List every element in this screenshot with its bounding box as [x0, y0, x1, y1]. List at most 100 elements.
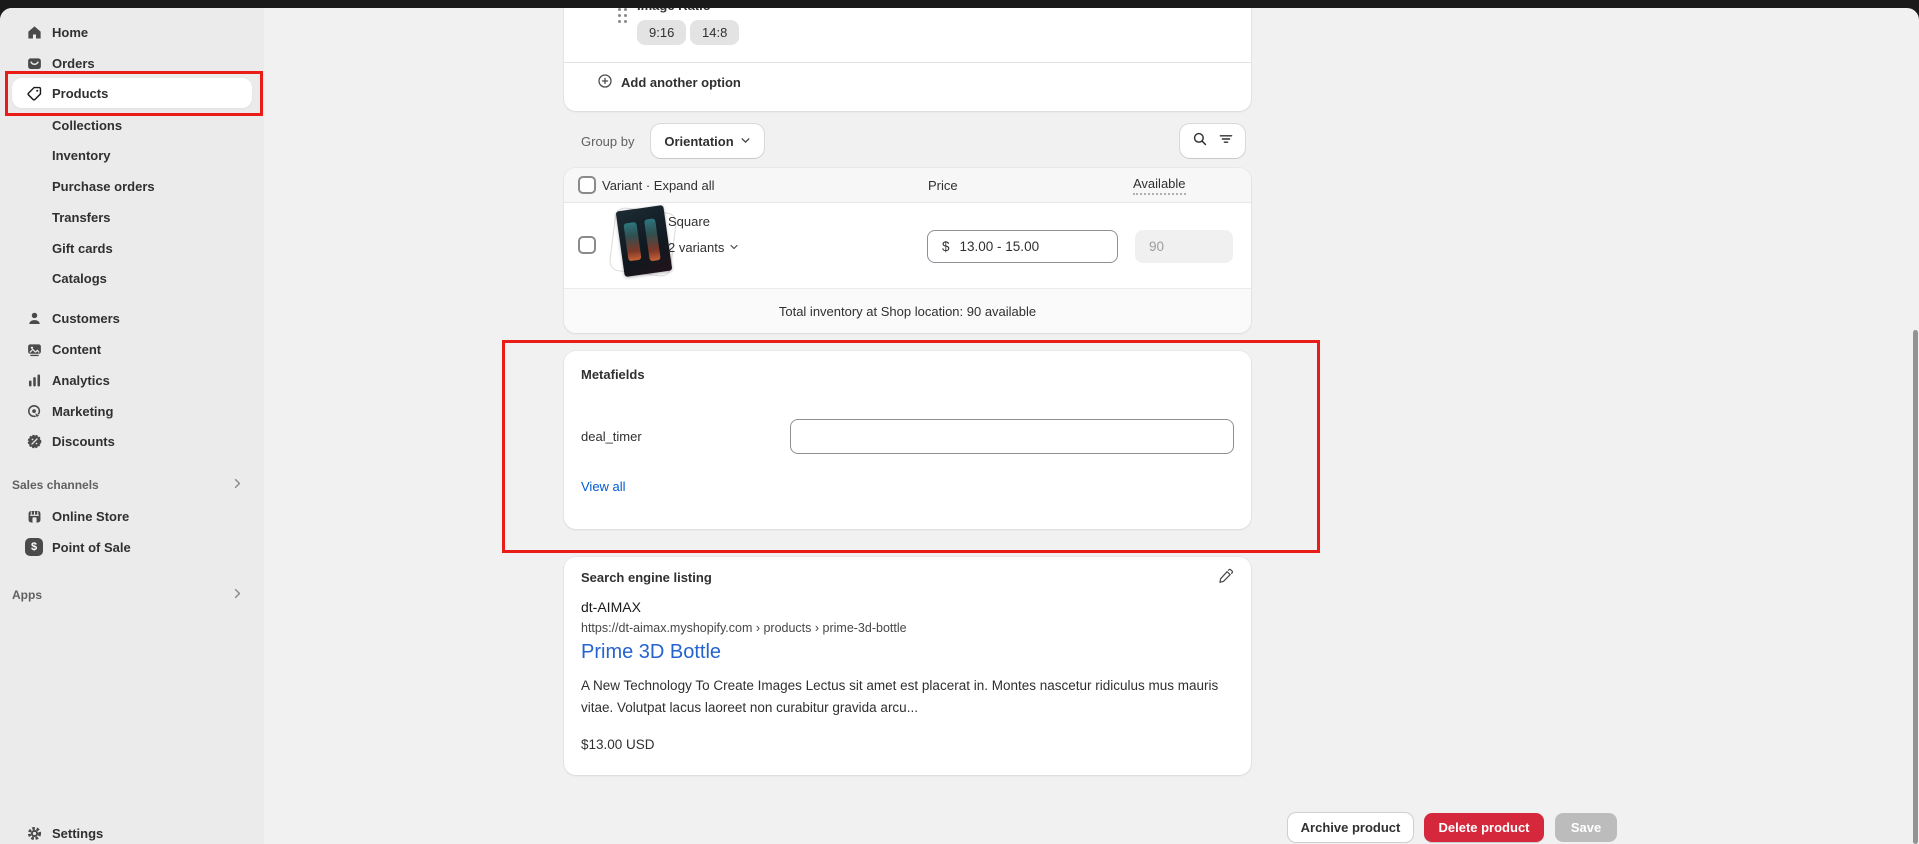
chevron-right-icon [231, 587, 244, 603]
available-quantity-value: 90 [1149, 239, 1164, 254]
sidebar-item-gift-cards[interactable]: Gift cards [12, 233, 252, 263]
seo-card: Search engine listing dt-AIMAX https://d… [564, 557, 1251, 775]
pos-icon: $ [24, 537, 44, 557]
archive-product-button[interactable]: Archive product [1288, 813, 1413, 842]
edit-seo-button[interactable] [1213, 567, 1237, 591]
sidebar-item-inventory[interactable]: Inventory [12, 140, 252, 170]
sidebar-item-orders[interactable]: Orders [12, 48, 252, 78]
seo-site-name: dt-AIMAX [581, 599, 641, 615]
metafield-value-input[interactable] [790, 419, 1234, 454]
seo-title: Search engine listing [581, 570, 712, 585]
variant-row-checkbox[interactable] [578, 236, 596, 254]
price-column-header: Price [928, 178, 958, 193]
sidebar-item-label: Inventory [52, 148, 111, 163]
group-by-label: Group by [581, 134, 634, 149]
currency-prefix: $ [942, 239, 950, 254]
select-all-checkbox[interactable] [578, 176, 596, 194]
sidebar-item-purchase-orders[interactable]: Purchase orders [12, 171, 252, 201]
sidebar-item-label: Purchase orders [52, 179, 155, 194]
option-value-chip: 14:8 [690, 20, 739, 45]
storefront-icon [24, 506, 44, 526]
sidebar-item-label: Transfers [52, 210, 111, 225]
group-by-selected-value: Orientation [664, 134, 733, 149]
variant-table-card: Variant · Expand all Price Available Squ… [564, 168, 1251, 333]
seo-price: $13.00 USD [581, 737, 655, 752]
seo-breadcrumb-url: https://dt-aimax.myshopify.com › product… [581, 621, 907, 635]
sidebar-section-apps[interactable]: Apps [12, 580, 252, 610]
sidebar-item-label: Catalogs [52, 271, 107, 286]
filter-icon [1218, 131, 1234, 152]
shopify-admin-app: Home Orders Products Collections Invento… [0, 0, 1919, 844]
vertical-scrollbar[interactable] [1913, 330, 1918, 844]
view-all-link[interactable]: View all [581, 479, 626, 494]
chevron-down-icon [729, 240, 739, 255]
chevron-down-icon [740, 134, 751, 149]
metafield-key-label: deal_timer [581, 429, 642, 444]
sidebar-item-label: Customers [52, 311, 120, 326]
drag-handle-icon[interactable] [618, 8, 621, 11]
customers-icon [24, 308, 44, 328]
add-another-option-label: Add another option [621, 75, 741, 90]
sidebar-item-online-store[interactable]: Online Store [12, 501, 252, 531]
variant-name: Square [668, 214, 710, 229]
sidebar-item-collections[interactable]: Collections [12, 110, 252, 140]
sidebar-item-point-of-sale[interactable]: $ Point of Sale [12, 532, 252, 562]
tag-icon [24, 83, 44, 103]
section-label: Sales channels [12, 478, 99, 492]
sidebar-item-discounts[interactable]: Discounts [12, 426, 252, 456]
sidebar-item-label: Products [52, 86, 108, 101]
chevron-right-icon [231, 477, 244, 493]
sidebar-section-sales-channels[interactable]: Sales channels [12, 470, 252, 500]
available-column-header[interactable]: Available [1133, 176, 1186, 195]
metafields-card: Metafields deal_timer View all [564, 351, 1251, 529]
sidebar-item-content[interactable]: Content [12, 334, 252, 364]
sidebar-item-label: Home [52, 25, 88, 40]
top-bar [0, 0, 1919, 8]
delete-product-button[interactable]: Delete product [1424, 813, 1544, 842]
seo-page-title-link[interactable]: Prime 3D Bottle [581, 641, 721, 664]
sidebar-item-label: Point of Sale [52, 540, 131, 555]
sidebar-item-label: Marketing [52, 404, 113, 419]
sidebar-item-products[interactable]: Products [12, 78, 252, 108]
product-image [616, 205, 673, 277]
sidebar-item-label: Collections [52, 118, 122, 133]
search-icon [1192, 131, 1208, 152]
orders-icon [24, 53, 44, 73]
variant-column-header[interactable]: Variant · Expand all [602, 178, 715, 193]
price-range-input[interactable]: $ 13.00 - 15.00 [927, 230, 1118, 263]
seo-description: A New Technology To Create Images Lectus… [581, 675, 1233, 720]
available-quantity-input[interactable]: 90 [1135, 230, 1233, 263]
price-range-value: 13.00 - 15.00 [960, 239, 1040, 254]
plus-circle-icon [597, 73, 613, 92]
analytics-icon [24, 370, 44, 390]
content-icon [24, 339, 44, 359]
variant-table-header: Variant · Expand all Price Available [564, 168, 1251, 203]
home-icon [24, 22, 44, 42]
sidebar-item-catalogs[interactable]: Catalogs [12, 263, 252, 293]
divider [564, 62, 1251, 63]
sidebar-item-analytics[interactable]: Analytics [12, 365, 252, 395]
section-label: Apps [12, 588, 42, 602]
sidebar-item-label: Gift cards [52, 241, 113, 256]
variant-expand-toggle[interactable]: 2 variants [668, 240, 739, 255]
metafields-title: Metafields [581, 367, 645, 382]
sidebar-item-marketing[interactable]: Marketing [12, 396, 252, 426]
discount-icon [24, 431, 44, 451]
search-filter-button[interactable] [1180, 124, 1245, 158]
marketing-icon [24, 401, 44, 421]
sidebar-item-label: Settings [52, 826, 103, 841]
pencil-icon [1217, 568, 1234, 590]
sidebar-item-transfers[interactable]: Transfers [12, 202, 252, 232]
option-value-chip: 9:16 [637, 20, 686, 45]
sidebar-item-label: Online Store [52, 509, 129, 524]
sidebar-item-home[interactable]: Home [12, 17, 252, 47]
group-by-dropdown[interactable]: Orientation [651, 124, 764, 158]
gear-icon [24, 823, 44, 843]
variant-count-label: 2 variants [668, 240, 724, 255]
add-another-option-button[interactable]: Add another option [597, 73, 741, 92]
sidebar-item-label: Discounts [52, 434, 115, 449]
sidebar-item-label: Content [52, 342, 101, 357]
sidebar-item-settings[interactable]: Settings [12, 818, 252, 844]
sidebar-item-customers[interactable]: Customers [12, 303, 252, 333]
save-button[interactable]: Save [1555, 813, 1617, 842]
